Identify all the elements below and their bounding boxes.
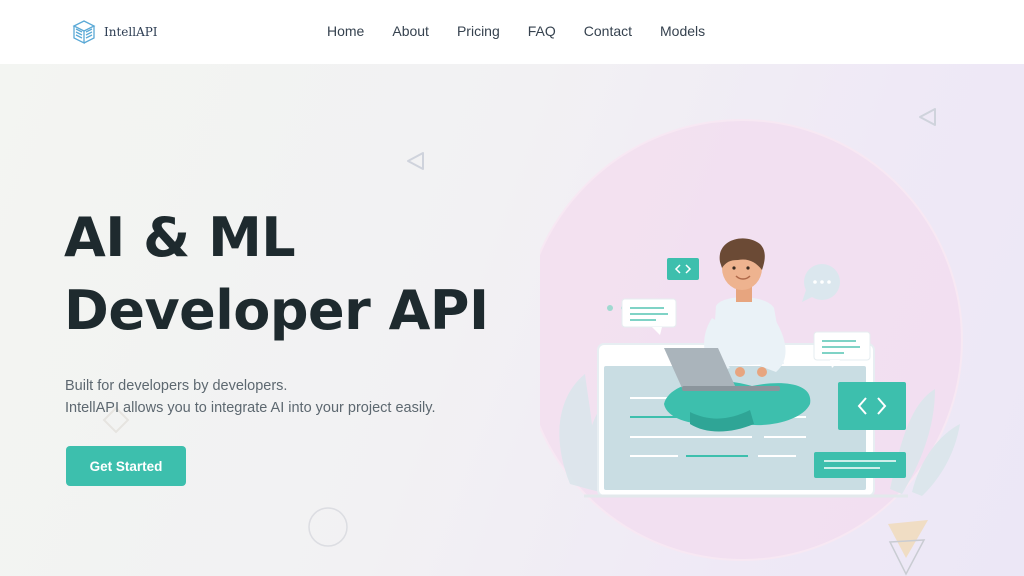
hero-section: AI & ML Developer API Built for develope… <box>0 64 1024 576</box>
main-nav: Home About Pricing FAQ Contact Models <box>327 23 733 40</box>
get-started-button[interactable]: Get Started <box>66 446 186 486</box>
hero-subtitle: Built for developers by developers. Inte… <box>65 375 505 419</box>
hero-subtitle-line1: Built for developers by developers. <box>65 378 288 394</box>
code-bubble <box>667 258 699 280</box>
nav-models[interactable]: Models <box>660 23 705 40</box>
cube-lines-logo-icon <box>72 20 96 45</box>
hero-title: AI & ML Developer API <box>64 201 544 347</box>
nav-pricing[interactable]: Pricing <box>457 23 500 40</box>
nav-faq[interactable]: FAQ <box>528 23 556 40</box>
hero-title-line2: Developer API <box>64 279 489 342</box>
triangle-outline-icon <box>407 152 424 170</box>
brand-logo[interactable]: IntellAPI <box>71 19 158 45</box>
hero-title-line1: AI & ML <box>64 206 296 269</box>
nav-contact[interactable]: Contact <box>584 23 632 40</box>
site-header: IntellAPI Home About Pricing FAQ Contact… <box>0 0 1024 64</box>
developer-illustration <box>540 119 963 561</box>
hero-subtitle-line2: IntellAPI allows you to integrate AI int… <box>65 400 436 416</box>
circle-outline-icon <box>308 507 348 547</box>
nav-home[interactable]: Home <box>327 23 364 40</box>
nav-about[interactable]: About <box>392 23 429 40</box>
brand-name: IntellAPI <box>104 25 158 39</box>
